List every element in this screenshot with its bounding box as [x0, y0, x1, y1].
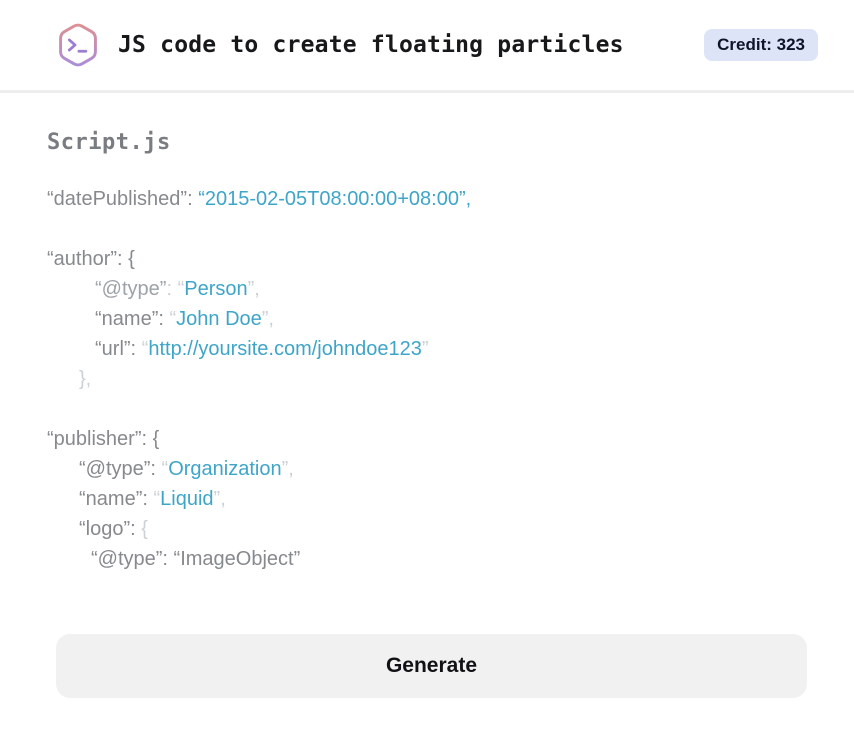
code-line: “@type”: “ImageObject”	[47, 544, 807, 574]
code-token-value: Organization	[168, 458, 282, 480]
code-token-faded: ”,	[247, 278, 260, 300]
code-token-key: “url”:	[95, 338, 142, 360]
code-line: “author”: {	[47, 244, 807, 274]
code-token-value: “2015-02-05T08:00:00+08:00”,	[198, 188, 472, 210]
script-filename-label: Script.js	[47, 130, 171, 155]
code-line: },	[47, 364, 807, 394]
code-token-faded: {	[141, 518, 148, 540]
code-token-faded: ”,	[281, 458, 294, 480]
prompt-chevron-icon	[67, 38, 77, 52]
code-token-value: Person	[184, 278, 248, 300]
code-token-keylight: “@type”	[95, 278, 167, 300]
code-line: “name”: “John Doe”,	[47, 304, 807, 334]
code-token-key: “author”: {	[47, 248, 135, 270]
button-row: Generate	[0, 634, 854, 698]
code-block: “datePublished”: “2015-02-05T08:00:00+08…	[47, 184, 807, 574]
header: JS code to create floating particles Cre…	[0, 0, 854, 93]
code-line: “publisher”: {	[47, 424, 807, 454]
code-token-faded: :	[166, 278, 178, 300]
code-token-faded: ”,	[213, 488, 226, 510]
code-token-key: “name”:	[79, 488, 154, 510]
code-line: “logo”: {	[47, 514, 807, 544]
code-token-key: “publisher”: {	[47, 428, 160, 450]
credit-badge: Credit: 323	[704, 29, 818, 61]
code-line: “@type”: “Person”,	[47, 274, 807, 304]
code-token-faded: ”,	[261, 308, 274, 330]
code-token-faded: ”	[421, 338, 429, 360]
code-line: “name”: “Liquid”,	[47, 484, 807, 514]
code-line: “url”: “http://yoursite.com/johndoe123”	[47, 334, 807, 364]
code-token-key: “@type”:	[79, 458, 162, 480]
code-token-faded: },	[79, 368, 92, 390]
code-token-key: “logo”:	[79, 518, 142, 540]
main-content: Script.js “datePublished”: “2015-02-05T0…	[0, 130, 854, 574]
code-token-value: John Doe	[176, 308, 262, 330]
code-token-key: “name”:	[95, 308, 170, 330]
generate-button[interactable]: Generate	[56, 634, 807, 698]
code-line: “@type”: “Organization”,	[47, 454, 807, 484]
code-token-value: Liquid	[160, 488, 214, 510]
page-title: JS code to create floating particles	[118, 32, 624, 58]
code-line: “datePublished”: “2015-02-05T08:00:00+08…	[47, 184, 807, 214]
terminal-hexagon-logo-icon	[59, 23, 97, 67]
code-token-key: “datePublished”:	[47, 188, 199, 210]
hexagon-outline	[59, 23, 97, 67]
code-token-key: “@type”: “ImageObject”	[91, 548, 301, 570]
code-token-value: http://yoursite.com/johndoe123	[148, 338, 422, 360]
